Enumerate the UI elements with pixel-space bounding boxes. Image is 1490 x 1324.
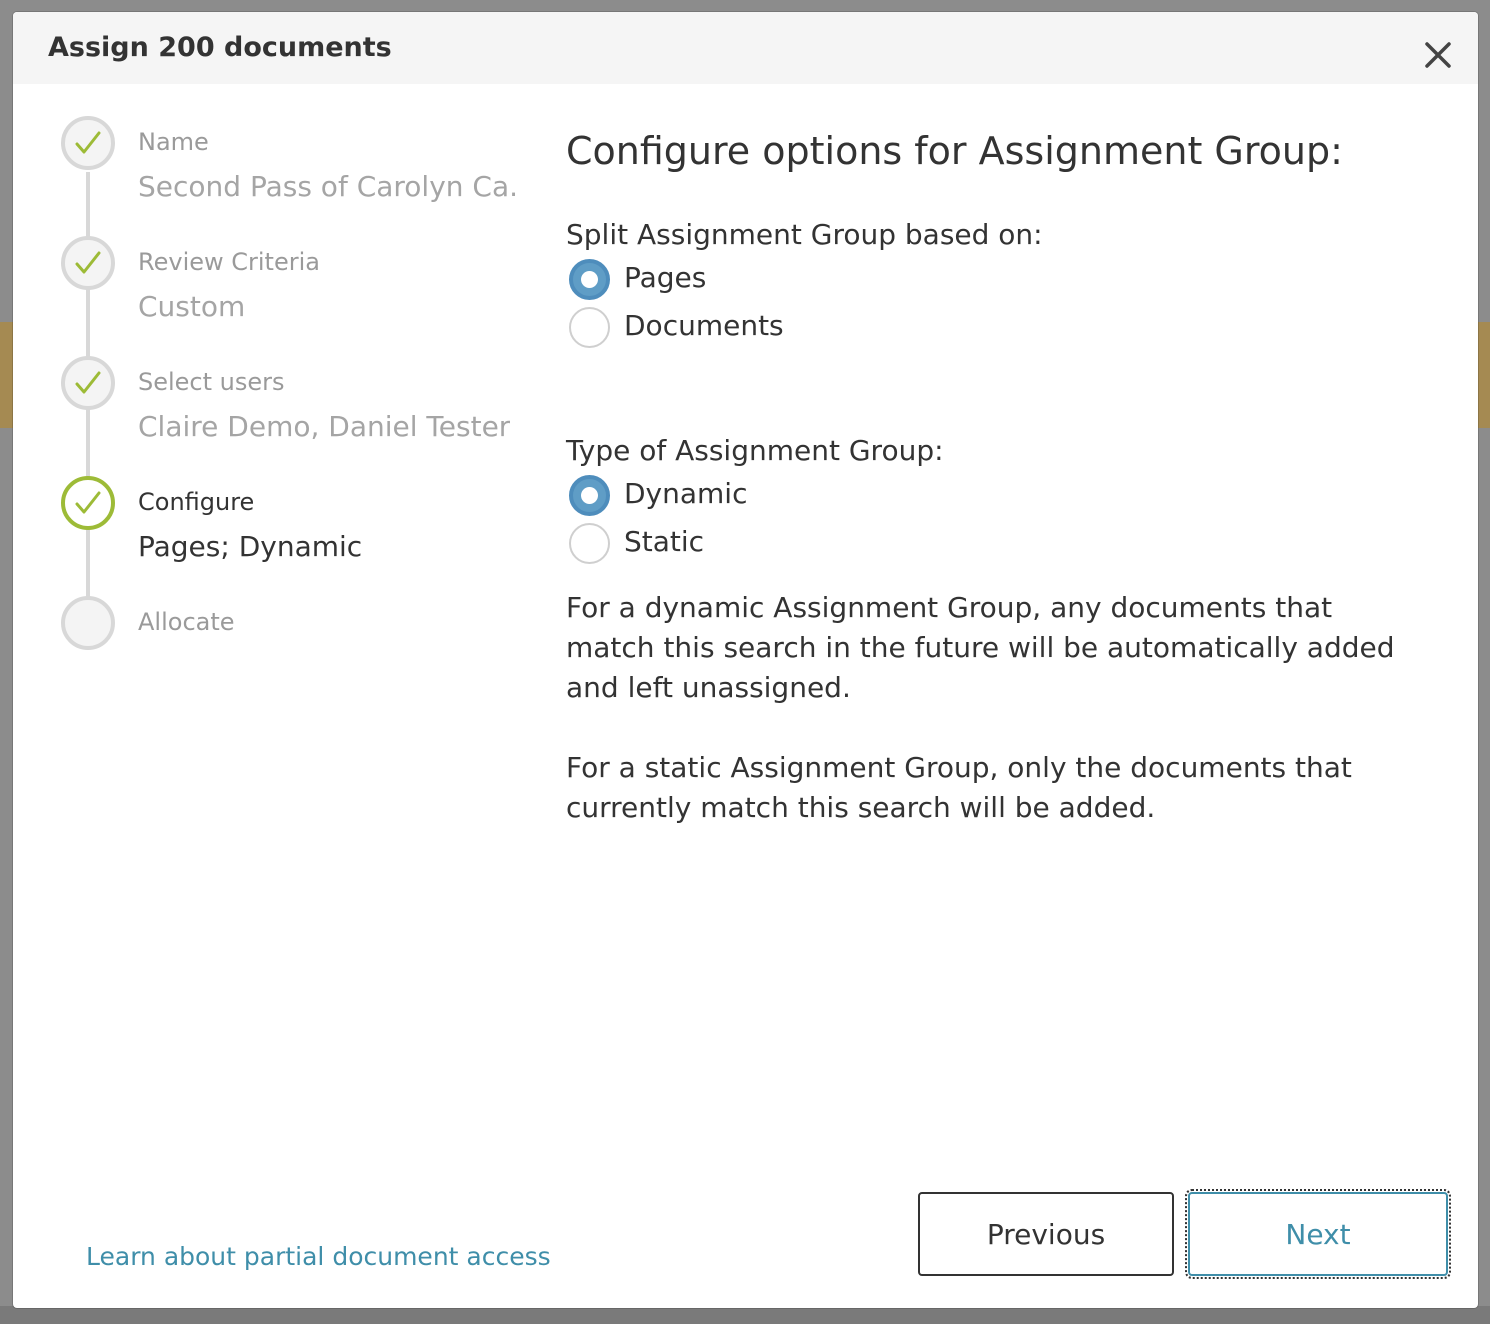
- step-value: Pages; Dynamic: [138, 530, 363, 563]
- step-value: Second Pass of Carolyn Ca...: [138, 170, 518, 203]
- dialog-title: Assign 200 documents: [48, 32, 392, 63]
- previous-button[interactable]: Previous: [918, 1192, 1174, 1276]
- step-label: Review Criteria: [138, 248, 320, 276]
- checkmark-icon: [75, 491, 101, 514]
- radio-label: Static: [624, 525, 705, 558]
- step-label: Name: [138, 128, 209, 156]
- close-icon: [1425, 42, 1451, 68]
- step-value: Custom: [138, 290, 246, 323]
- close-button[interactable]: [1417, 34, 1459, 76]
- radio-label: Dynamic: [624, 477, 748, 510]
- checkmark-icon: [75, 251, 101, 274]
- checkmark-icon: [75, 131, 101, 154]
- step-label: Select users: [138, 368, 285, 396]
- radio-label: Pages: [624, 261, 707, 294]
- next-button[interactable]: Next: [1185, 1189, 1451, 1279]
- assign-documents-dialog: Assign 200 documents Name Second Pass of…: [13, 12, 1478, 1308]
- step-complete-circle: [61, 236, 115, 290]
- step-label: Configure: [138, 488, 255, 516]
- checkmark-icon: [75, 371, 101, 394]
- static-description: For a static Assignment Group, only the …: [566, 751, 1352, 824]
- learn-partial-access-link[interactable]: Learn about partial document access: [86, 1242, 551, 1271]
- radio-label: Documents: [624, 309, 784, 342]
- type-section-label: Type of Assignment Group:: [566, 434, 944, 467]
- radio-button-unchecked[interactable]: [569, 307, 610, 348]
- radio-button-checked[interactable]: [569, 475, 610, 516]
- split-section-label: Split Assignment Group based on:: [566, 218, 1043, 251]
- step-active-circle: [61, 476, 115, 530]
- dynamic-description: For a dynamic Assignment Group, any docu…: [566, 591, 1395, 704]
- step-complete-circle: [61, 116, 115, 170]
- page-heading: Configure options for Assignment Group:: [566, 129, 1343, 173]
- radio-button-unchecked[interactable]: [569, 523, 610, 564]
- dialog-header: Assign 200 documents: [13, 12, 1478, 84]
- step-complete-circle: [61, 356, 115, 410]
- step-pending-circle: [61, 596, 115, 650]
- radio-button-checked[interactable]: [569, 259, 610, 300]
- background-app-bottom: [0, 1306, 1490, 1324]
- step-value: Claire Demo, Daniel Tester: [138, 410, 511, 443]
- step-label: Allocate: [138, 608, 235, 636]
